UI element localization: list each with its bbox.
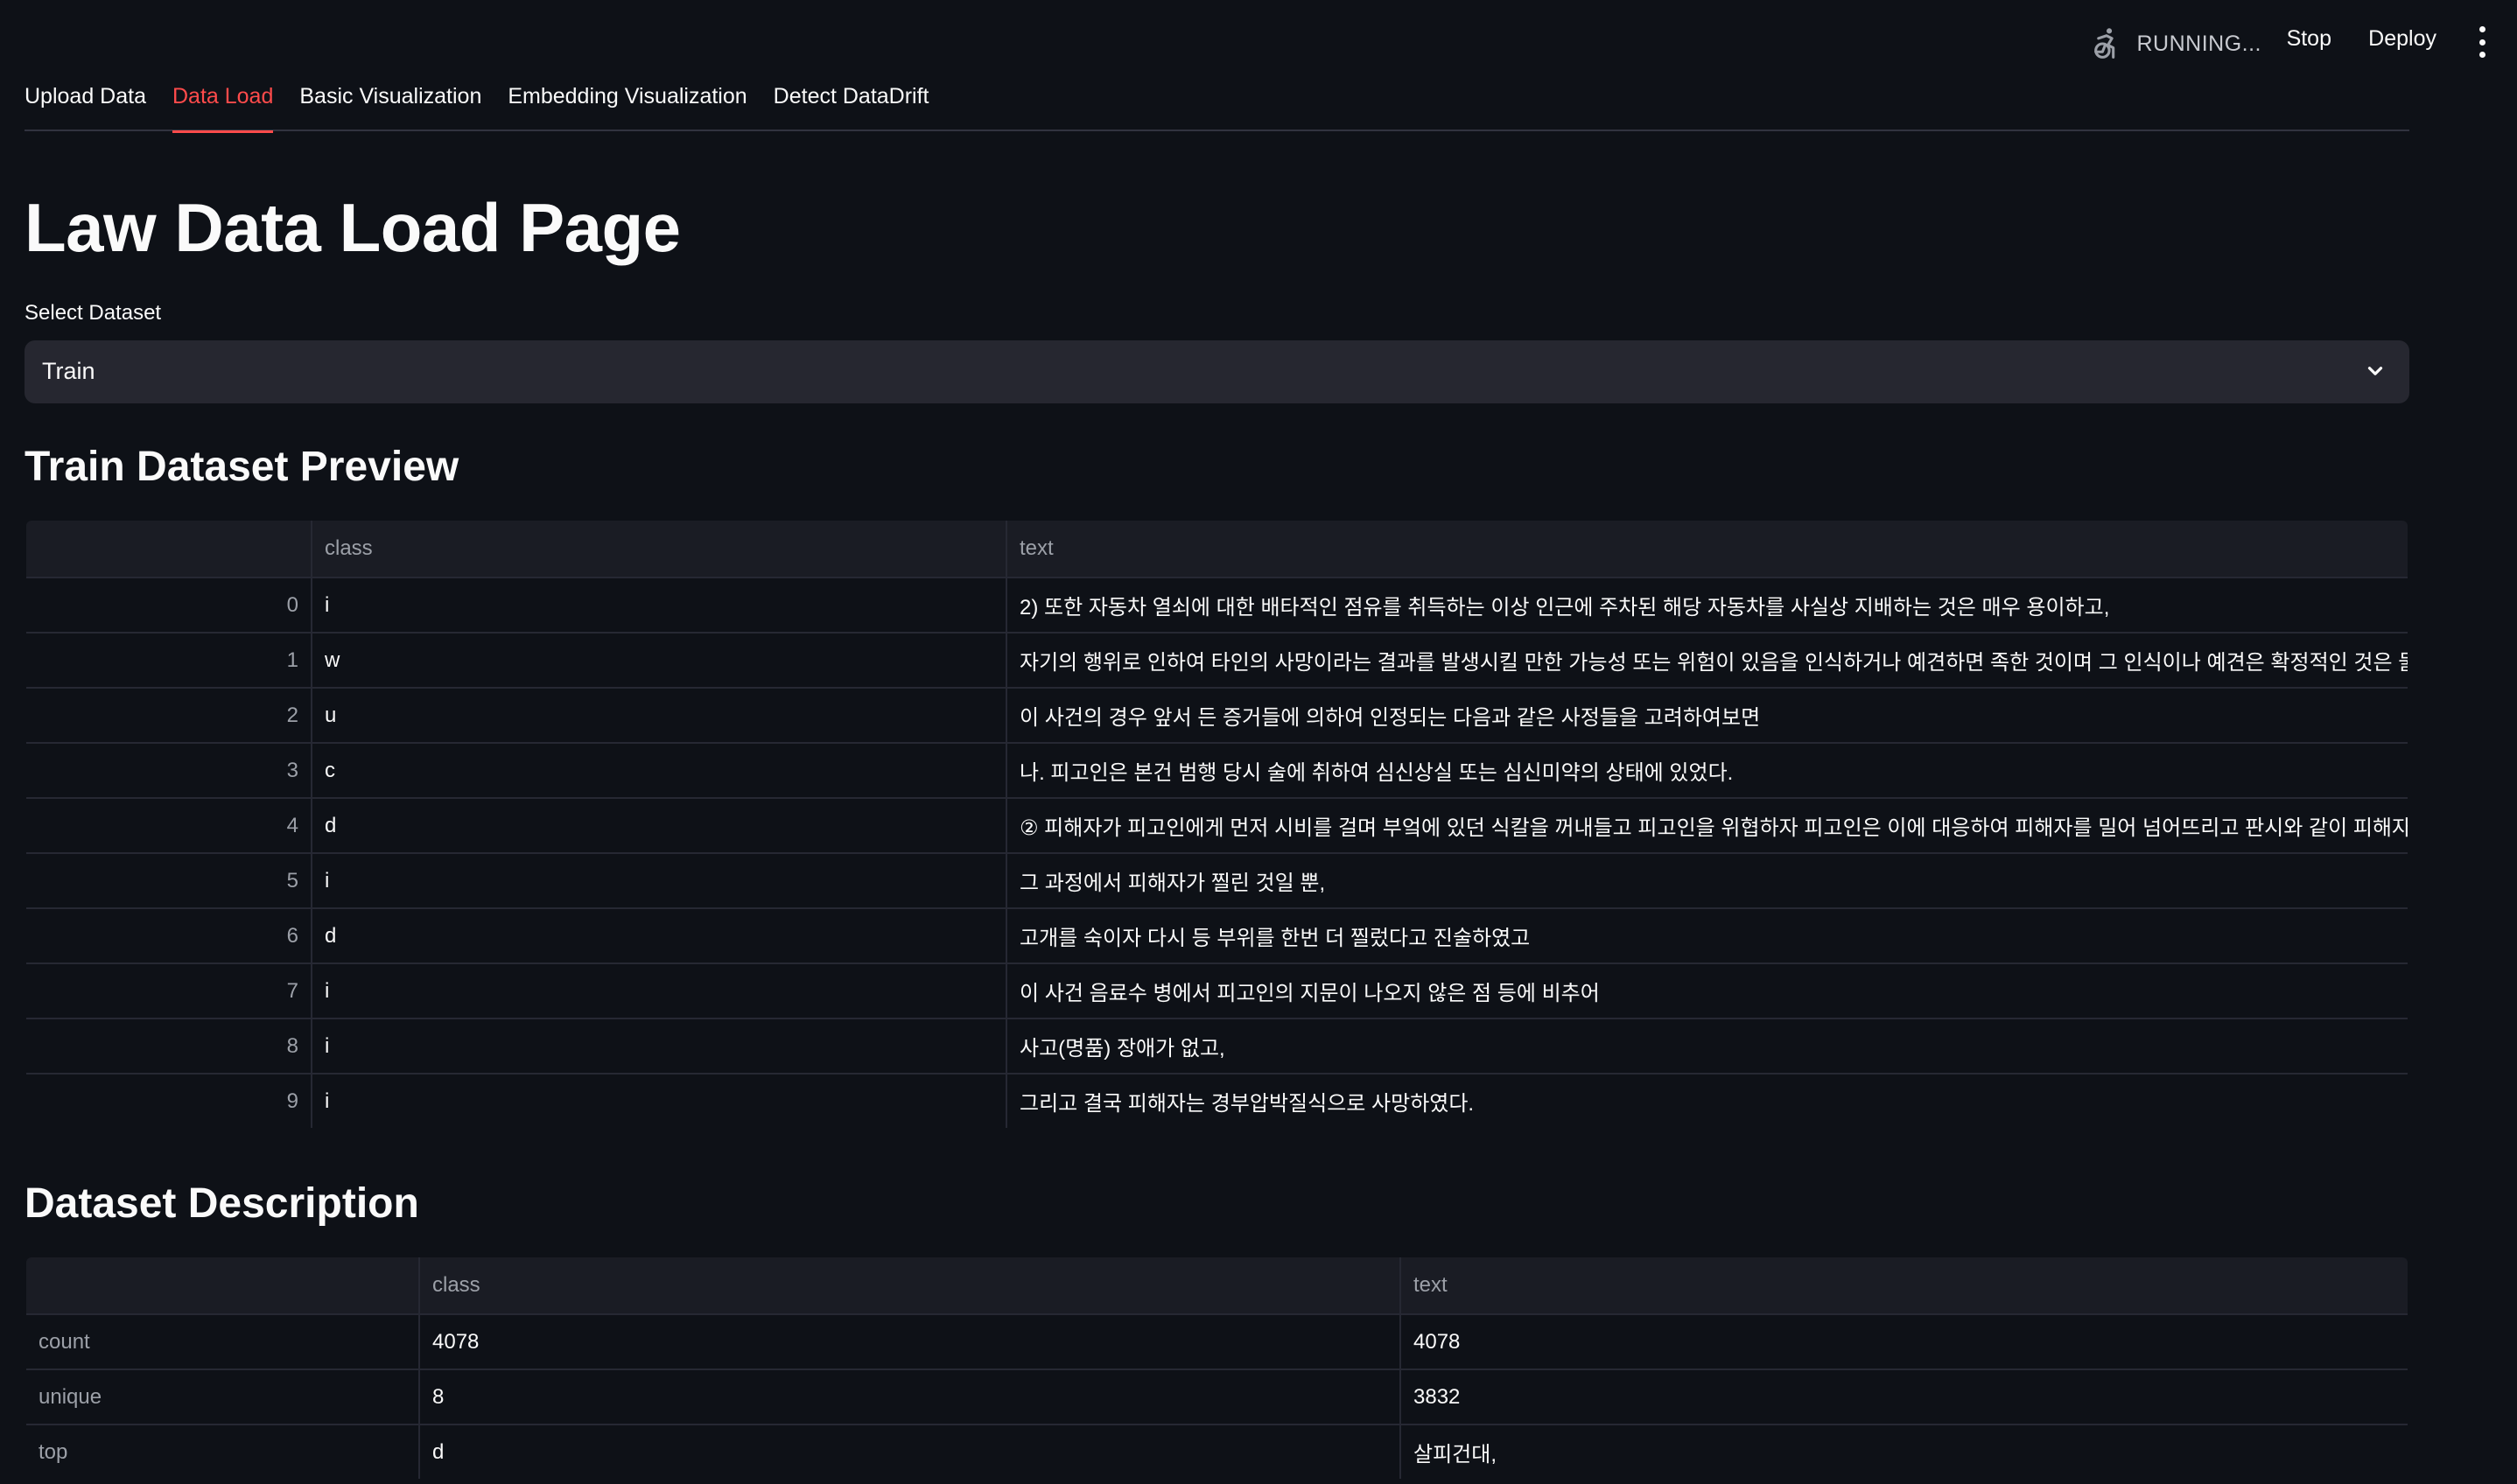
deploy-button[interactable]: Deploy — [2363, 23, 2442, 55]
column-header-text[interactable]: text — [1399, 1257, 2408, 1315]
main-menu-icon[interactable] — [2473, 26, 2491, 58]
stop-button[interactable]: Stop — [2282, 23, 2337, 55]
cell-class[interactable]: i — [311, 852, 1007, 909]
index-header — [26, 521, 312, 578]
cell-class[interactable]: i — [311, 1073, 1007, 1128]
cell-text[interactable]: 사고(명품) 장애가 없고, — [1006, 1018, 2408, 1074]
column-header-text[interactable]: text — [1006, 521, 2408, 578]
cell-text[interactable]: 2) 또한 자동차 열쇠에 대한 배타적인 점유를 취득하는 이상 인근에 주차… — [1006, 577, 2408, 634]
table-row: 7 i 이 사건 음료수 병에서 피고인의 지문이 나오지 않은 점 등에 비추… — [26, 962, 2408, 1019]
cell-class[interactable]: c — [311, 742, 1007, 799]
row-index: 6 — [26, 907, 312, 964]
tab-bar: Upload Data Data Load Basic Visualizatio… — [25, 79, 2409, 133]
row-index: 0 — [26, 577, 312, 634]
cell-class[interactable]: w — [311, 632, 1007, 689]
cell-text[interactable]: 3832 — [1399, 1368, 2408, 1425]
table-row: count 4078 4078 — [26, 1313, 2408, 1370]
cell-class[interactable]: d — [311, 797, 1007, 854]
cell-text[interactable]: 4078 — [1399, 1313, 2408, 1370]
table-row: 1 w 자기의 행위로 인하여 타인의 사망이라는 결과를 발생시킬 만한 가능… — [26, 632, 2408, 689]
row-index: 2 — [26, 687, 312, 744]
table-row: 0 i 2) 또한 자동차 열쇠에 대한 배타적인 점유를 취득하는 이상 인근… — [26, 577, 2408, 634]
tab-detect-datadrift[interactable]: Detect DataDrift — [774, 79, 929, 131]
table-row: 5 i 그 과정에서 피해자가 찔린 것일 뿐, — [26, 852, 2408, 909]
table-row: 3 c 나. 피고인은 본건 범행 당시 술에 취하여 심신상실 또는 심신미약… — [26, 742, 2408, 799]
table-row: 2 u 이 사건의 경우 앞서 든 증거들에 의하여 인정되는 다음과 같은 사… — [26, 687, 2408, 744]
cell-text[interactable]: 살피건대, — [1399, 1424, 2408, 1479]
select-dataset-label: Select Dataset — [25, 301, 162, 325]
tab-embedding-visualization[interactable]: Embedding Visualization — [508, 79, 747, 131]
row-index: 9 — [26, 1073, 312, 1128]
tab-data-load[interactable]: Data Load — [172, 79, 274, 133]
row-index: 1 — [26, 632, 312, 689]
cell-class[interactable]: u — [311, 687, 1007, 744]
cell-text[interactable]: 그리고 결국 피해자는 경부압박질식으로 사망하였다. — [1006, 1073, 2408, 1128]
cell-class[interactable]: 4078 — [418, 1313, 1401, 1370]
table-row: unique 8 3832 — [26, 1368, 2408, 1425]
cell-class[interactable]: d — [418, 1424, 1401, 1479]
cell-class[interactable]: 8 — [418, 1368, 1401, 1425]
table-header-row: class text — [26, 1257, 2408, 1315]
stat-label: top — [26, 1424, 420, 1479]
description-heading: Dataset Description — [25, 1180, 419, 1227]
row-index: 4 — [26, 797, 312, 854]
cell-text[interactable]: 그 과정에서 피해자가 찔린 것일 뿐, — [1006, 852, 2408, 909]
column-header-class[interactable]: class — [311, 521, 1007, 578]
page-title: Law Data Load Page — [25, 189, 681, 266]
table-row: 9 i 그리고 결국 피해자는 경부압박질식으로 사망하였다. — [26, 1073, 2408, 1128]
cell-class[interactable]: i — [311, 577, 1007, 634]
cell-text[interactable]: 나. 피고인은 본건 범행 당시 술에 취하여 심신상실 또는 심신미약의 상태… — [1006, 742, 2408, 799]
dataset-select[interactable]: Train — [25, 340, 2409, 403]
table-row: 4 d ② 피해자가 피고인에게 먼저 시비를 걸며 부엌에 있던 식칼을 꺼내… — [26, 797, 2408, 854]
running-status-text: RUNNING... — [2136, 31, 2261, 56]
chevron-down-icon — [2367, 367, 2383, 375]
stat-label: unique — [26, 1368, 420, 1425]
cell-text[interactable]: 이 사건 음료수 병에서 피고인의 지문이 나오지 않은 점 등에 비추어 — [1006, 962, 2408, 1019]
cell-text[interactable]: 자기의 행위로 인하여 타인의 사망이라는 결과를 발생시킬 만한 가능성 또는… — [1006, 632, 2408, 689]
table-row: 6 d 고개를 숙이자 다시 등 부위를 한번 더 찔렀다고 진술하였고 — [26, 907, 2408, 964]
table-header-row: class text — [26, 521, 2408, 578]
cell-text[interactable]: 고개를 숙이자 다시 등 부위를 한번 더 찔렀다고 진술하였고 — [1006, 907, 2408, 964]
stat-label: count — [26, 1313, 420, 1370]
row-index: 5 — [26, 852, 312, 909]
cell-text[interactable]: 이 사건의 경우 앞서 든 증거들에 의하여 인정되는 다음과 같은 사정들을 … — [1006, 687, 2408, 744]
running-person-icon — [2090, 26, 2123, 61]
row-index: 8 — [26, 1018, 312, 1074]
column-header-class[interactable]: class — [418, 1257, 1401, 1315]
description-table[interactable]: class text count 4078 4078 unique 8 3832… — [25, 1256, 2409, 1480]
index-header — [26, 1257, 420, 1315]
tab-basic-visualization[interactable]: Basic Visualization — [299, 79, 481, 131]
cell-class[interactable]: i — [311, 962, 1007, 1019]
table-row: 8 i 사고(명품) 장애가 없고, — [26, 1018, 2408, 1074]
running-status: RUNNING... — [2090, 26, 2262, 61]
row-index: 7 — [26, 962, 312, 1019]
cell-class[interactable]: i — [311, 1018, 1007, 1074]
table-row: top d 살피건대, — [26, 1424, 2408, 1479]
preview-heading: Train Dataset Preview — [25, 444, 459, 490]
tab-upload-data[interactable]: Upload Data — [25, 79, 146, 131]
row-index: 3 — [26, 742, 312, 799]
cell-text[interactable]: ② 피해자가 피고인에게 먼저 시비를 걸며 부엌에 있던 식칼을 꺼내들고 피… — [1006, 797, 2408, 854]
dataset-select-value: Train — [42, 358, 95, 384]
preview-table[interactable]: class text 0 i 2) 또한 자동차 열쇠에 대한 배타적인 점유를… — [25, 519, 2409, 1130]
app-header: RUNNING... Stop Deploy — [0, 0, 2517, 80]
cell-class[interactable]: d — [311, 907, 1007, 964]
